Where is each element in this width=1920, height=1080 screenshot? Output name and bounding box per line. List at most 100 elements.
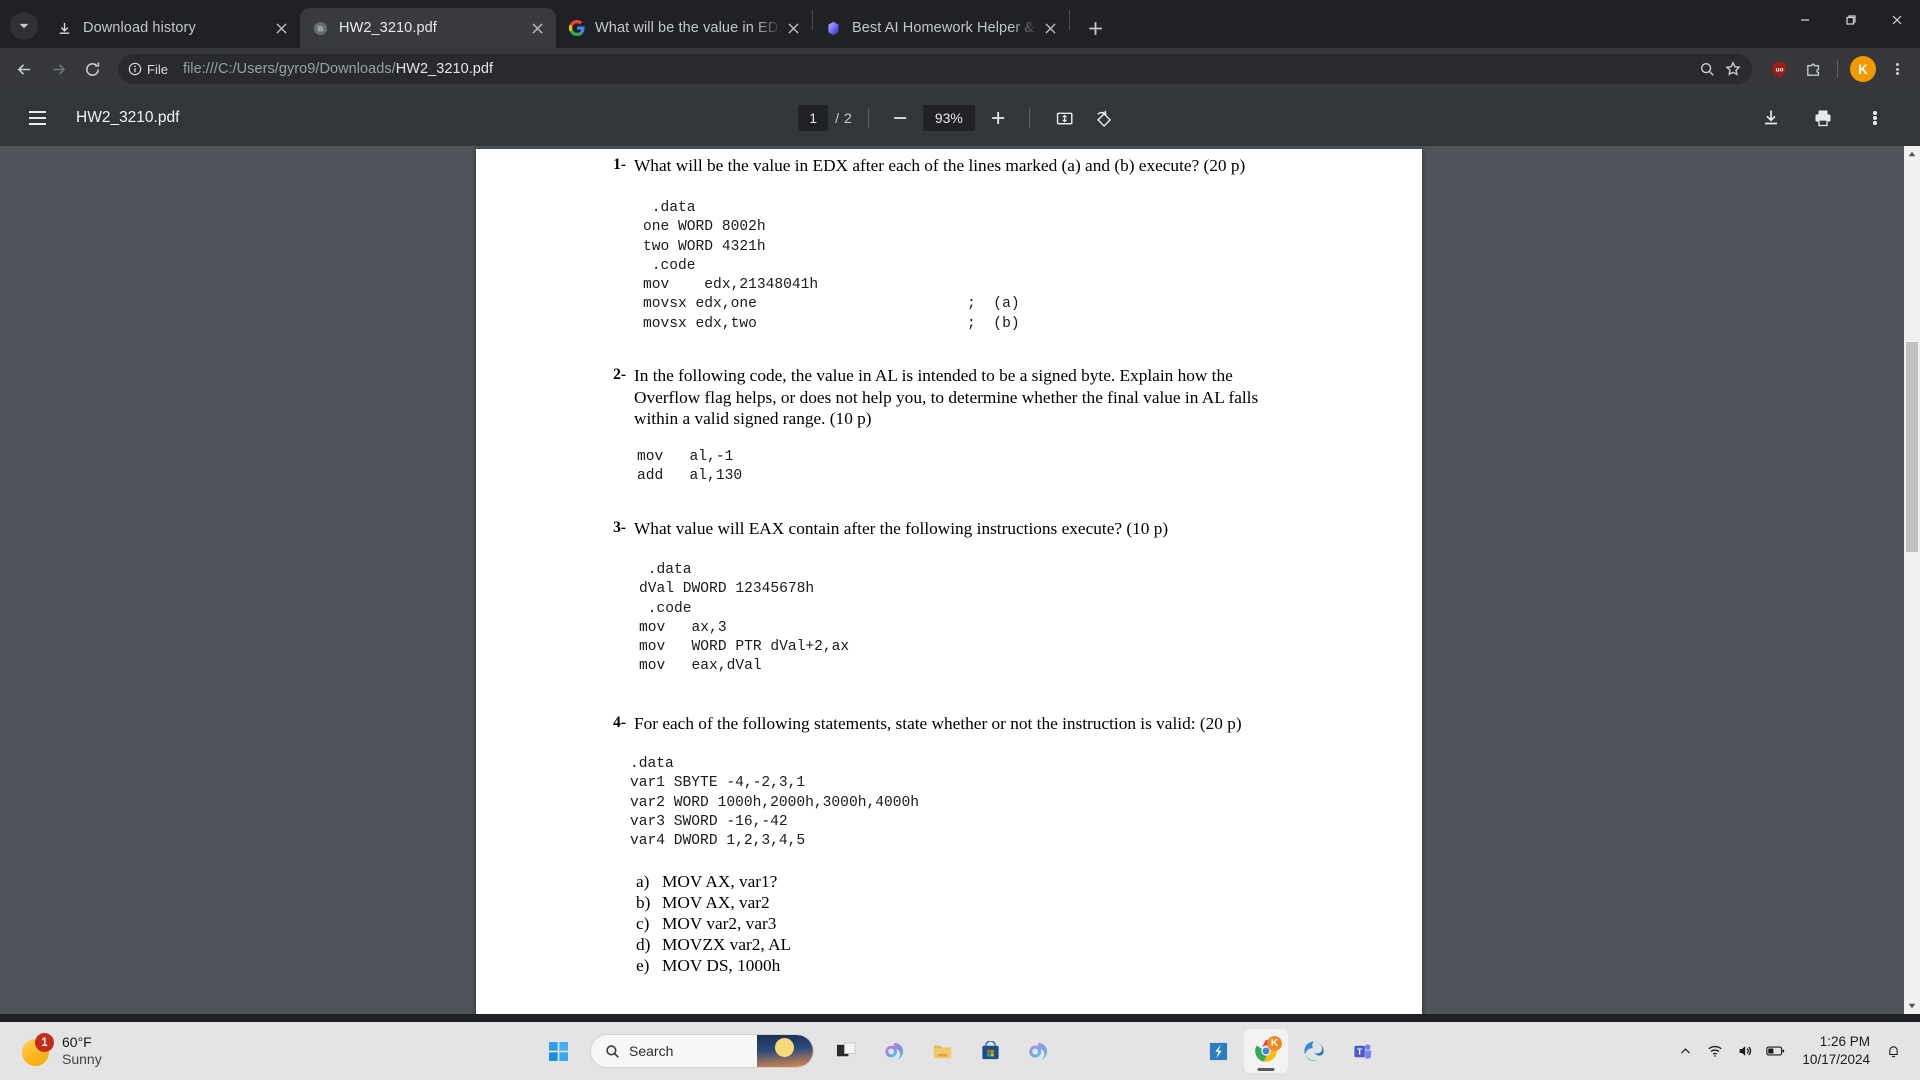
tab-close-button[interactable] <box>782 17 804 39</box>
pdf-page-total: 2 <box>844 110 852 126</box>
scroll-up-button[interactable] <box>1904 146 1920 162</box>
tab-close-button[interactable] <box>1039 17 1061 39</box>
browser-tab-download-history[interactable]: Download history <box>44 8 300 48</box>
pdf-sidebar-toggle[interactable] <box>20 101 54 135</box>
forward-button[interactable] <box>42 53 74 85</box>
edge-icon <box>1304 1041 1324 1061</box>
tab-close-button[interactable] <box>526 17 548 39</box>
notification-center-button[interactable] <box>1880 1031 1906 1071</box>
extensions-button[interactable] <box>1798 54 1828 84</box>
kebab-menu-icon <box>1895 62 1899 77</box>
wifi-status-button[interactable] <box>1700 1031 1730 1071</box>
address-bar-url: file:///C:/Users/gyro9/Downloads/HW2_321… <box>183 61 1694 77</box>
forward-arrow-icon <box>52 63 65 75</box>
volume-button[interactable] <box>1730 1031 1760 1071</box>
close-icon <box>1892 15 1902 25</box>
list-item: c) MOV var2, var3 <box>636 913 791 934</box>
back-button[interactable] <box>8 53 40 85</box>
pdf-more-options-button[interactable] <box>1859 102 1891 134</box>
choice-text: MOVZX var2, AL <box>662 935 792 954</box>
pdf-page-number-input[interactable]: 1 <box>798 105 829 131</box>
pdf-page-separator: / <box>835 110 840 126</box>
pdf-download-button[interactable] <box>1755 102 1787 134</box>
sun-icon: 1 <box>22 1033 54 1066</box>
reload-button[interactable] <box>76 53 108 85</box>
url-filename: HW2_3210.pdf <box>395 61 494 77</box>
weather-temperature: 60°F <box>62 1033 92 1050</box>
choice-label: c) <box>636 914 650 933</box>
pdf-content-viewport[interactable]: 1- What will be the value in EDX after e… <box>0 146 1920 1014</box>
question-number: 4- <box>613 714 626 731</box>
pdf-print-button[interactable] <box>1807 102 1839 134</box>
taskbar-snagit[interactable] <box>1196 1029 1240 1073</box>
ublock-origin-extension-button[interactable]: uo <box>1764 54 1794 84</box>
taskbar-search-box[interactable]: Search <box>590 1034 814 1068</box>
taskbar-task-view[interactable] <box>824 1029 868 1073</box>
choice-label: d) <box>636 935 651 954</box>
chrome-browser-window: Download history HW2_3210.pdf What will … <box>0 0 1920 1022</box>
clock-time: 1:26 PM <box>1819 1034 1870 1050</box>
kebab-menu-icon <box>1873 110 1877 126</box>
taskbar-app-area: Search K T <box>536 1029 1384 1073</box>
bookmark-button[interactable] <box>1720 56 1746 82</box>
question-3: 3- What value will EAX contain after the… <box>596 518 1316 540</box>
print-icon <box>1815 110 1831 127</box>
list-item: d) MOVZX var2, AL <box>636 934 791 955</box>
search-placeholder: Search <box>629 1043 674 1059</box>
tab-search-button[interactable] <box>10 12 38 40</box>
weather-condition: Sunny <box>62 1051 102 1067</box>
choice-text: MOV DS, 1000h <box>662 956 781 975</box>
taskbar-file-explorer[interactable] <box>920 1029 964 1073</box>
minimize-button[interactable] <box>1782 0 1828 40</box>
chrome-menu-button[interactable] <box>1882 54 1912 84</box>
scroll-down-button[interactable] <box>1904 998 1920 1014</box>
site-chip-label: File <box>147 61 168 77</box>
teams-icon: T <box>1353 1043 1371 1059</box>
wifi-icon <box>1708 1045 1723 1057</box>
weather-notification-badge: 1 <box>35 1033 54 1052</box>
store-icon <box>981 1040 999 1059</box>
fit-to-page-button[interactable] <box>1049 102 1081 134</box>
taskbar-clock[interactable]: 1:26 PM 10/17/2024 <box>1802 1033 1870 1068</box>
tray-overflow-button[interactable] <box>1670 1031 1700 1071</box>
battery-icon <box>1766 1046 1785 1056</box>
pdf-vertical-scrollbar[interactable] <box>1904 146 1920 1014</box>
download-icon <box>56 20 73 37</box>
zoom-level-input[interactable]: 93% <box>922 105 975 131</box>
question-4-choices: a) MOV AX, var1? b) MOV AX, var2 c) MOV var… <box>636 871 791 976</box>
browser-tab-ai-homework-helper[interactable]: Best AI Homework Helper & Ho <box>813 8 1069 48</box>
tab-close-button[interactable] <box>270 17 292 39</box>
zoom-in-button[interactable] <box>983 103 1013 133</box>
question-text: For each of the following statements, st… <box>634 714 1242 733</box>
profile-avatar[interactable]: K <box>1850 56 1876 82</box>
scrollbar-thumb[interactable] <box>1906 342 1918 552</box>
close-button[interactable] <box>1874 0 1920 40</box>
site-info-chip[interactable]: File <box>122 57 177 81</box>
omnibox-search-button[interactable] <box>1694 56 1720 82</box>
battery-status-button[interactable] <box>1760 1031 1790 1071</box>
caret-down-icon <box>1908 1003 1916 1009</box>
taskbar-microsoft-teams[interactable]: T <box>1340 1029 1384 1073</box>
taskbar-copilot[interactable] <box>872 1029 916 1073</box>
rotate-button[interactable] <box>1087 102 1119 134</box>
new-tab-button[interactable] <box>1078 11 1112 45</box>
address-bar[interactable]: File file:///C:/Users/gyro9/Downloads/HW… <box>118 54 1752 84</box>
plus-icon <box>1088 21 1102 35</box>
maximize-button[interactable] <box>1828 0 1874 40</box>
browser-tab-google-search[interactable]: What will be the value in EDX af <box>556 8 812 48</box>
weather-text: 60°F Sunny <box>62 1034 102 1069</box>
taskbar-microsoft-edge[interactable] <box>1292 1029 1336 1073</box>
weather-widget[interactable]: 1 60°F Sunny <box>0 1026 114 1076</box>
taskbar-microsoft-365[interactable] <box>1016 1029 1060 1073</box>
info-circle-icon <box>128 62 142 76</box>
taskbar-microsoft-store[interactable] <box>968 1029 1012 1073</box>
pdf-viewer-toolbar: HW2_3210.pdf 1 / 2 93% <box>0 90 1920 146</box>
taskbar-google-chrome[interactable]: K <box>1244 1029 1288 1073</box>
rotate-counterclockwise-icon <box>1097 110 1112 127</box>
question-text: What will be the value in EDX after each… <box>634 156 1246 175</box>
zoom-out-button[interactable] <box>885 103 915 133</box>
tab-strip: Download history HW2_3210.pdf What will … <box>0 0 1920 48</box>
start-button[interactable] <box>536 1029 580 1073</box>
question-text: In the following code, the value in AL i… <box>634 366 1259 428</box>
browser-tab-hw2-pdf[interactable]: HW2_3210.pdf <box>300 8 556 48</box>
